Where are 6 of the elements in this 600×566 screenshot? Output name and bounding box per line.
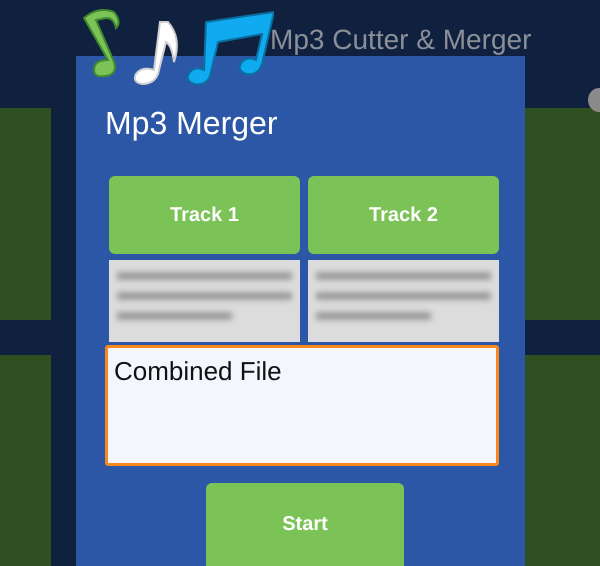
file-name-field[interactable]: Combined File xyxy=(105,345,499,466)
track-button[interactable]: Track 1 xyxy=(109,176,300,254)
start-button[interactable]: Start xyxy=(206,483,404,566)
dialog-title: Mp3 Merger xyxy=(105,104,278,142)
app-title: Mp3 Cutter & Merger xyxy=(270,24,532,56)
track-button[interactable]: Track 2 xyxy=(308,176,499,254)
